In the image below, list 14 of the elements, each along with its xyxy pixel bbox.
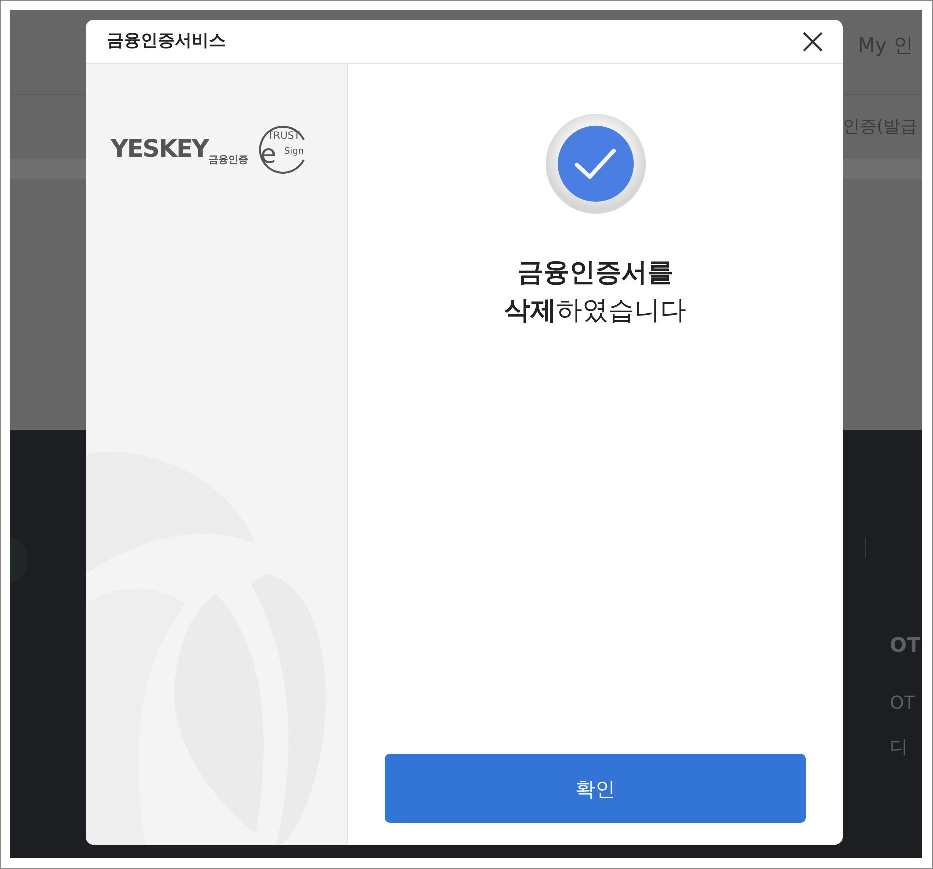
logo-wordmark: YESKEY <box>111 134 208 163</box>
close-icon <box>801 30 825 54</box>
seal-letter: e <box>260 142 276 168</box>
dialog-title: 금융인증서비스 <box>107 30 226 53</box>
seal-text: Sign <box>284 148 304 157</box>
logo-caption: 금융인증 <box>208 155 248 168</box>
footer-heading: OT <box>890 632 921 659</box>
close-button[interactable] <box>801 30 825 54</box>
footer-text: OT <box>890 692 916 716</box>
footer-text: 디 <box>890 736 908 760</box>
seal-text: TRUST <box>267 132 300 142</box>
message-text: 금융인증서를 삭제하였습니다 <box>504 257 686 328</box>
check-icon <box>546 114 646 214</box>
confirm-button[interactable]: 확인 <box>385 754 806 823</box>
